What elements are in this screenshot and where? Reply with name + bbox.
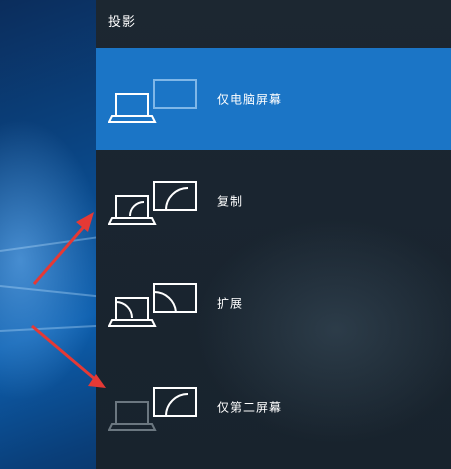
wallpaper-light-ray (0, 285, 110, 299)
extend-icon (108, 283, 197, 327)
option-label: 复制 (217, 194, 244, 209)
second-screen-only-icon (108, 387, 197, 431)
option-second-screen-only[interactable]: 仅第二屏幕 (96, 356, 451, 458)
wallpaper-light-ray (0, 324, 110, 332)
duplicate-icon (108, 181, 197, 225)
option-extend[interactable]: 扩展 (96, 252, 451, 354)
option-duplicate[interactable]: 复制 (96, 150, 451, 252)
option-pc-screen-only[interactable]: 仅电脑屏幕 (96, 48, 451, 150)
panel-title: 投影 (108, 15, 137, 30)
wallpaper-light-ray (0, 234, 110, 252)
option-label: 扩展 (217, 296, 244, 311)
pc-screen-only-icon (108, 79, 197, 123)
option-label: 仅电脑屏幕 (217, 92, 283, 107)
option-label: 仅第二屏幕 (217, 400, 283, 415)
project-panel: 投影 仅电脑屏幕 复制 扩展 仅第二屏幕 (96, 0, 451, 469)
